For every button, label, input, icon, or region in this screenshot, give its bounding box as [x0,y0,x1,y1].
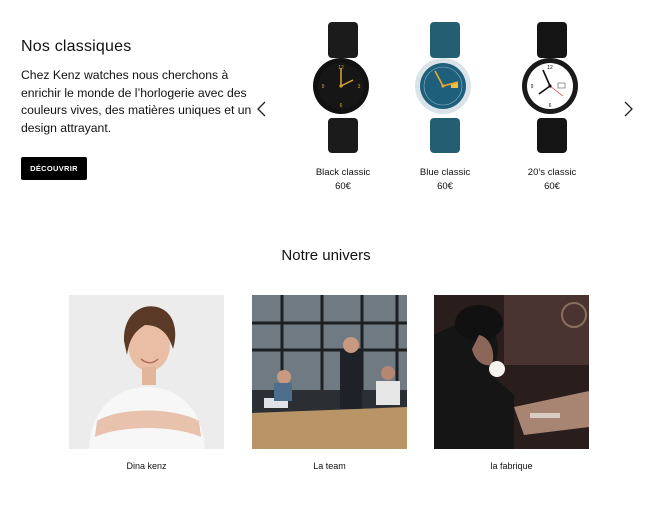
svg-text:9: 9 [531,84,534,90]
svg-text:12: 12 [547,65,553,71]
universe-card-la-team[interactable]: La team [252,295,407,471]
white-watch-image: 12 6 9 [522,22,578,153]
product-name: Black classic [315,167,371,178]
card-caption: la fabrique [490,461,533,471]
card-caption: Dina kenz [126,461,167,471]
product-price: 60€ [335,181,351,192]
product-name: Blue classic [419,167,471,178]
svg-text:6: 6 [340,103,343,109]
product-card-black-classic[interactable]: 12369 Black classic 60€ [297,20,389,192]
workshop-photo [434,295,589,449]
carousel-prev-button[interactable] [254,101,270,117]
product-name: 20’s classic [527,167,577,178]
product-price: 60€ [544,181,560,192]
team-meeting-photo [252,295,407,449]
discover-button[interactable]: DÉCOUVRIR [21,157,87,180]
section-heading: Nos classiques [21,38,132,55]
portrait-photo [69,295,224,449]
chevron-left-icon [257,101,266,117]
svg-text:3: 3 [358,84,361,90]
svg-text:6: 6 [549,103,552,109]
universe-heading: Notre univers [281,247,371,264]
svg-text:9: 9 [322,84,325,90]
product-card-20s-classic[interactable]: 12 6 9 20’s classic 60€ [506,20,598,192]
product-price: 60€ [437,181,453,192]
carousel-next-button[interactable] [620,101,636,117]
product-card-blue-classic[interactable]: Blue classic 60€ [399,20,491,192]
card-caption: La team [313,461,346,471]
universe-card-la-fabrique[interactable]: la fabrique [434,295,589,471]
intro-text: Chez Kenz watches nous cherchons à enric… [21,68,252,135]
black-watch-image: 12369 [313,22,369,153]
blue-watch-image [415,22,471,153]
chevron-right-icon [624,101,633,117]
intro-section: Nos classiques Chez Kenz watches nous ch… [21,38,261,137]
universe-card-dina-kenz[interactable]: Dina kenz [69,295,224,471]
